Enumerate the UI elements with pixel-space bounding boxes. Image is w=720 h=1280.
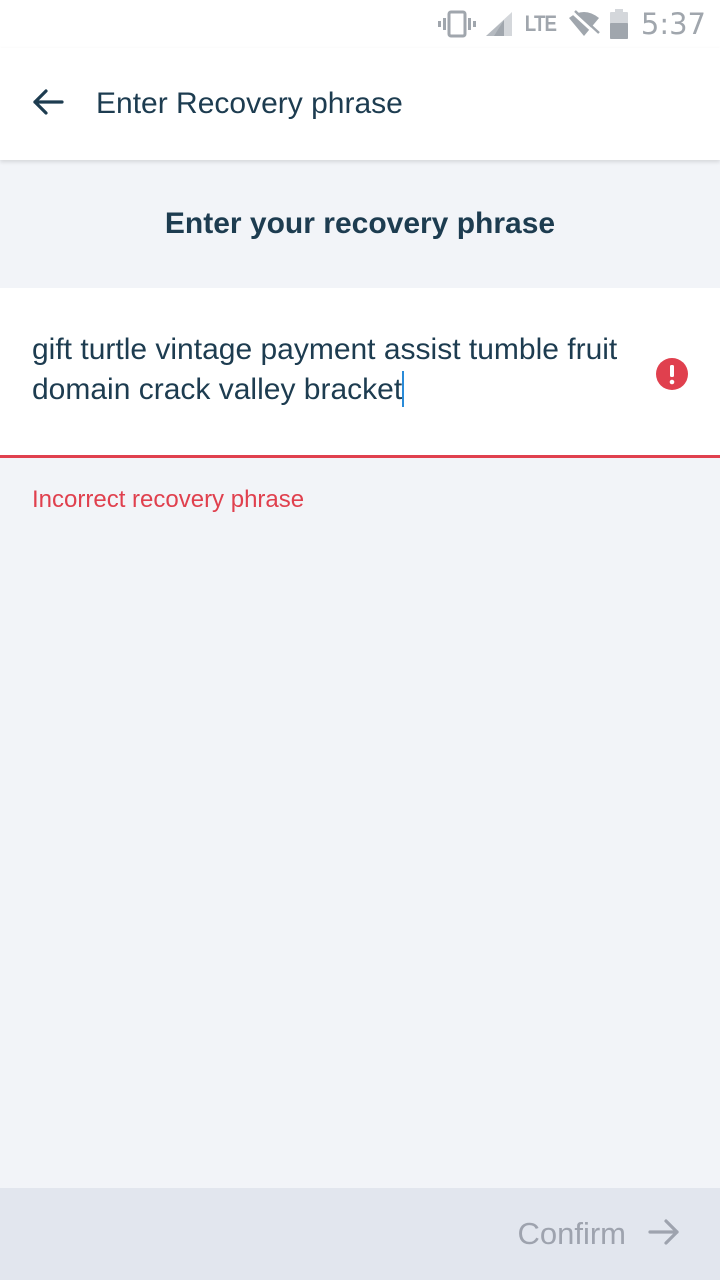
wifi-off-icon bbox=[567, 10, 601, 38]
error-icon bbox=[656, 358, 688, 390]
screen: LTE 5:37 Enter Recovery phrase Enter you… bbox=[0, 0, 720, 1280]
recovery-phrase-field[interactable]: gift turtle vintage payment assist tumbl… bbox=[32, 330, 632, 410]
status-bar: LTE 5:37 bbox=[0, 0, 720, 48]
signal-icon bbox=[484, 10, 514, 38]
section-heading: Enter your recovery phrase bbox=[164, 207, 556, 240]
recovery-phrase-value: gift turtle vintage payment assist tumbl… bbox=[32, 333, 618, 406]
arrow-right-icon bbox=[648, 1218, 680, 1251]
error-message: Incorrect recovery phrase bbox=[32, 486, 305, 513]
bottom-bar: Confirm bbox=[0, 1188, 720, 1280]
back-button[interactable] bbox=[20, 76, 76, 132]
status-time: 5:37 bbox=[640, 7, 706, 41]
vibrate-icon bbox=[437, 10, 476, 38]
arrow-left-icon bbox=[32, 88, 64, 121]
app-bar: Enter Recovery phrase bbox=[0, 48, 720, 160]
confirm-label: Confirm bbox=[517, 1216, 626, 1251]
status-icons: LTE 5:37 bbox=[437, 6, 706, 42]
confirm-button[interactable]: Confirm bbox=[517, 1188, 680, 1280]
recovery-phrase-input[interactable]: gift turtle vintage payment assist tumbl… bbox=[0, 288, 720, 458]
battery-icon bbox=[609, 9, 629, 39]
page-title: Enter Recovery phrase bbox=[96, 87, 403, 120]
text-caret bbox=[402, 371, 405, 407]
network-type: LTE bbox=[524, 11, 557, 36]
heading-area: Enter your recovery phrase bbox=[0, 160, 720, 288]
